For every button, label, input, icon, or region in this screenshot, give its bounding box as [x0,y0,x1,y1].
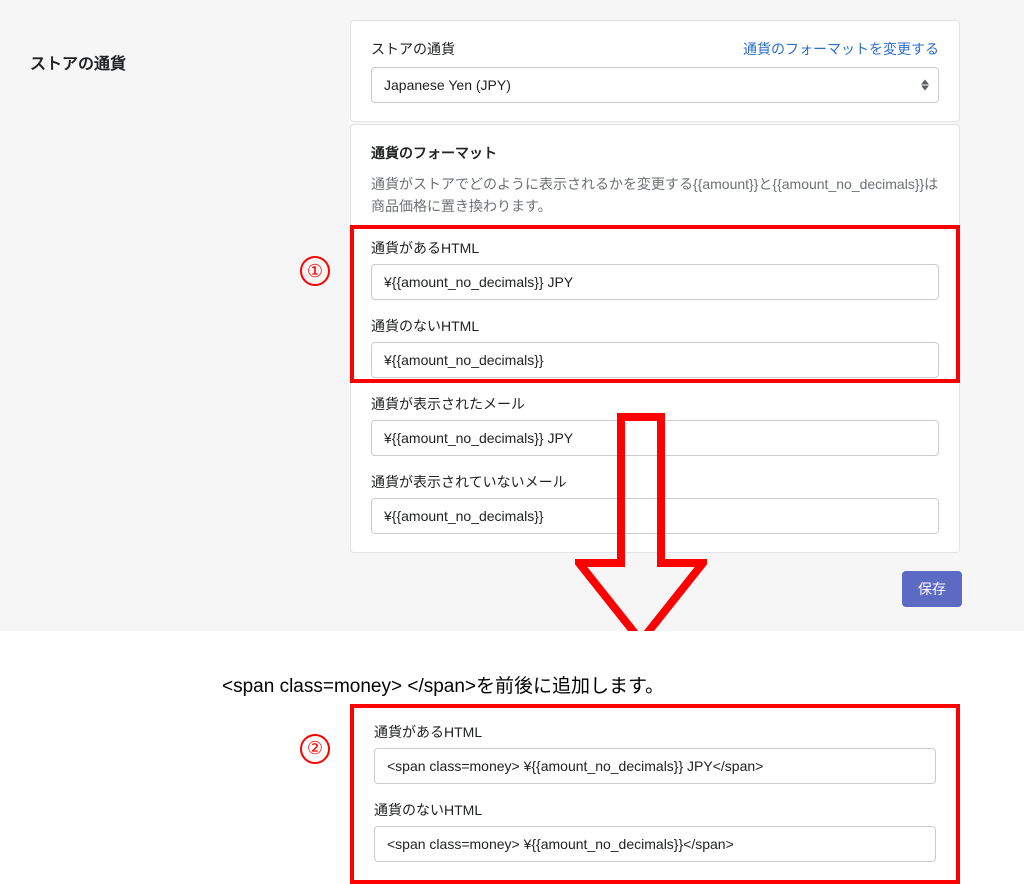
email-with-currency-label: 通貨が表示されたメール [371,394,939,414]
annotation-box-2: 通貨があるHTML 通貨のないHTML [350,704,960,884]
store-currency-card: ストアの通貨 通貨のフォーマットを変更する Japanese Yen (JPY) [350,20,960,122]
email-with-currency-input[interactable] [371,420,939,456]
html-without-currency-input-2[interactable] [374,826,936,862]
html-without-currency-label-2: 通貨のないHTML [374,800,936,820]
save-button[interactable]: 保存 [902,571,962,607]
email-without-currency-label: 通貨が表示されていないメール [371,472,939,492]
html-with-currency-input-2[interactable] [374,748,936,784]
currency-format-title: 通貨のフォーマット [371,143,939,163]
page-section-title: ストアの通貨 [30,50,350,74]
html-without-currency-input[interactable] [371,342,939,378]
annotation-badge-1: ① [300,256,330,286]
annotation-instruction: <span class=money> </span>を前後に追加します。 [222,671,1024,698]
select-chevrons-icon [921,80,929,91]
html-with-currency-label: 通貨があるHTML [371,238,939,258]
email-without-currency-input[interactable] [371,498,939,534]
currency-format-description: 通貨がストアでどのように表示されるかを変更する{{amount}}と{{amou… [371,173,939,218]
currency-select[interactable]: Japanese Yen (JPY) [371,67,939,103]
change-format-link[interactable]: 通貨のフォーマットを変更する [743,39,939,59]
store-currency-label: ストアの通貨 [371,39,455,59]
currency-format-card: 通貨のフォーマット 通貨がストアでどのように表示されるかを変更する{{amoun… [350,124,960,553]
html-without-currency-label: 通貨のないHTML [371,316,939,336]
annotation-badge-2: ② [300,734,330,764]
html-with-currency-label-2: 通貨があるHTML [374,722,936,742]
html-with-currency-input[interactable] [371,264,939,300]
